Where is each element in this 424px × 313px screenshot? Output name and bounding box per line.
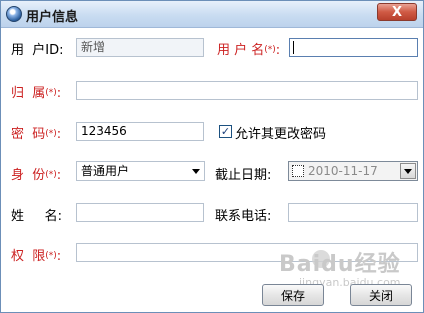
full-name-label: 姓 名: [11, 209, 63, 224]
full-name-input[interactable] [76, 203, 204, 222]
phone-input[interactable] [288, 203, 418, 222]
allow-change-password-label: 允许其更改密码 [235, 127, 327, 142]
password-label-text: 密 码 [11, 127, 46, 142]
expiry-date-checkbox[interactable] [292, 165, 304, 177]
password-label: 密 码(*): [11, 123, 61, 142]
identity-select[interactable]: 普通用户 [76, 161, 205, 181]
expiry-date-value: 2010-11-17 [308, 164, 378, 178]
close-button[interactable]: 关闭 [350, 284, 412, 306]
phone-label: 联系电话: [215, 209, 272, 224]
password-required-mark: (*) [45, 129, 57, 139]
window-close-button[interactable]: X [377, 3, 417, 21]
text-caret [293, 41, 294, 54]
belong-to-required-mark: (*) [45, 88, 57, 98]
password-input[interactable]: 123456 [76, 122, 204, 141]
calendar-dropdown-button[interactable] [400, 163, 416, 179]
user-name-input[interactable] [289, 38, 418, 57]
allow-change-password-checkbox[interactable]: ✓ [219, 125, 232, 138]
user-id-label: 用 户ID: [11, 43, 64, 58]
chevron-down-icon [192, 169, 200, 174]
window-title: 用户信息 [26, 10, 79, 25]
save-button[interactable]: 保存 [262, 284, 324, 306]
user-name-colon: : [275, 43, 281, 58]
identity-required-mark: (*) [45, 170, 57, 180]
permission-label: 权 限(*): [11, 245, 61, 264]
user-name-label: 用 户 名(*): [217, 39, 280, 58]
permission-required-mark: (*) [45, 251, 57, 261]
expiry-date-picker[interactable]: 2010-11-17 [288, 161, 418, 181]
password-colon: : [56, 127, 62, 142]
user-info-dialog: 用户信息 X 用 户ID: 新增 用 户 名(*): 归 属(*): 密 码(*… [0, 0, 424, 313]
watermark-main: Baidu经验 [279, 252, 401, 277]
identity-label: 身 份(*): [11, 164, 61, 183]
expiry-date-label: 截止日期: [215, 168, 272, 183]
user-id-field: 新增 [76, 38, 204, 57]
belong-to-label-text: 归 属 [11, 86, 46, 101]
belong-to-colon: : [56, 86, 62, 101]
user-name-label-text: 用 户 名 [217, 43, 265, 58]
identity-selected-value: 普通用户 [81, 164, 130, 178]
identity-colon: : [56, 168, 62, 183]
title-bar[interactable]: 用户信息 X [1, 1, 423, 28]
user-name-required-mark: (*) [264, 45, 276, 55]
identity-label-text: 身 份 [11, 168, 46, 183]
permission-colon: : [56, 249, 62, 264]
belong-to-label: 归 属(*): [11, 82, 61, 101]
belong-to-input[interactable] [76, 81, 418, 100]
app-globe-icon [6, 6, 22, 22]
permission-label-text: 权 限 [11, 249, 46, 264]
